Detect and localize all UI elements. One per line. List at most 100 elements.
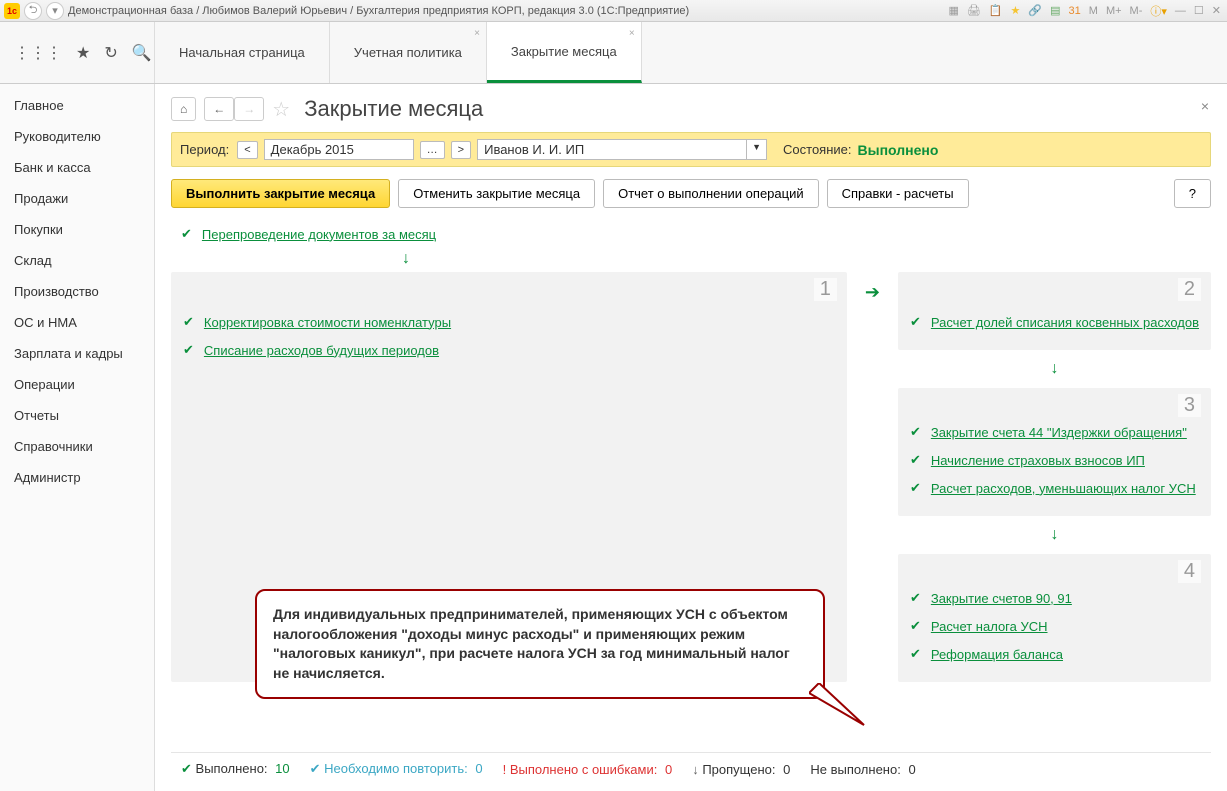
tab-accounting-policy[interactable]: Учетная политика× bbox=[330, 22, 487, 83]
home-button[interactable]: ⌂ bbox=[171, 97, 196, 121]
action-buttons-row: Выполнить закрытие месяца Отменить закры… bbox=[171, 179, 1211, 208]
callout-text: Для индивидуальных предпринимателей, при… bbox=[273, 606, 790, 681]
sidebar-item-bank[interactable]: Банк и касса bbox=[0, 152, 154, 183]
operation-link[interactable]: Расчет долей списания косвенных расходов bbox=[931, 315, 1199, 330]
execute-button[interactable]: Выполнить закрытие месяца bbox=[171, 179, 390, 208]
operation-link[interactable]: Закрытие счетов 90, 91 bbox=[931, 591, 1072, 606]
operation-link[interactable]: Реформация баланса bbox=[931, 647, 1063, 662]
block-number: 3 bbox=[1178, 394, 1201, 417]
error-icon: ! bbox=[503, 762, 507, 777]
status-repeat-label: Необходимо повторить: bbox=[324, 761, 468, 776]
sidebar-item-main[interactable]: Главное bbox=[0, 90, 154, 121]
favorite-icon[interactable]: ★ bbox=[76, 43, 90, 63]
info-icon[interactable]: ⓘ▾ bbox=[1148, 3, 1169, 19]
operation-reprovision-link[interactable]: Перепроведение документов за месяц bbox=[202, 227, 436, 242]
period-label: Период: bbox=[180, 142, 229, 157]
status-error-label: Выполнено с ошибками: bbox=[510, 762, 658, 777]
tool-icon[interactable]: ▦ bbox=[946, 4, 960, 17]
sidebar-item-salary[interactable]: Зарплата и кадры bbox=[0, 338, 154, 369]
check-icon: ✔ bbox=[183, 314, 194, 330]
calc-tool-icon[interactable]: ▤ bbox=[1048, 4, 1062, 17]
period-next-button[interactable]: > bbox=[451, 141, 471, 159]
organization-input[interactable]: Иванов И. И. ИП bbox=[477, 139, 747, 160]
operations-block-3: 3 ✔ Закрытие счета 44 "Издержки обращения… bbox=[898, 388, 1211, 516]
period-picker-button[interactable]: … bbox=[420, 141, 445, 159]
state-label: Состояние: bbox=[783, 142, 851, 157]
callout-pointer-icon bbox=[809, 683, 879, 733]
sidebar-item-catalogs[interactable]: Справочники bbox=[0, 431, 154, 462]
toolbar-left-icons: ⋮⋮⋮ ★ ↻ 🔍 bbox=[0, 22, 155, 83]
arrow-right-icon: ➔ bbox=[865, 282, 880, 303]
operation-row: ✔ Перепроведение документов за месяц bbox=[171, 222, 1211, 246]
operation-link[interactable]: Списание расходов будущих периодов bbox=[204, 343, 439, 358]
close-icon[interactable]: × bbox=[629, 28, 635, 39]
sidebar-item-admin[interactable]: Администр bbox=[0, 462, 154, 493]
status-done-label: Выполнено: bbox=[196, 761, 268, 776]
status-notdone-count: 0 bbox=[908, 762, 915, 777]
favorite-star-icon[interactable]: ☆ bbox=[272, 97, 290, 122]
mem-m-icon[interactable]: M bbox=[1087, 5, 1100, 17]
operation-link[interactable]: Начисление страховых взносов ИП bbox=[931, 453, 1145, 468]
sidebar-item-warehouse[interactable]: Склад bbox=[0, 245, 154, 276]
status-skip-label: Пропущено: bbox=[702, 762, 775, 777]
tool-icon[interactable]: 📋 bbox=[987, 4, 1005, 17]
arrow-down-icon: ↓ bbox=[171, 246, 641, 272]
minimize-icon[interactable]: — bbox=[1173, 5, 1188, 17]
help-button[interactable]: ? bbox=[1174, 179, 1211, 208]
check-icon: ✔ bbox=[910, 314, 921, 330]
tab-bar: Начальная страница Учетная политика× Зак… bbox=[155, 22, 642, 83]
report-button[interactable]: Отчет о выполнении операций bbox=[603, 179, 819, 208]
status-done-count: 10 bbox=[275, 761, 289, 776]
check-icon: ✔ bbox=[910, 452, 921, 468]
operation-tax-usn-link[interactable]: Расчет налога УСН bbox=[931, 619, 1048, 634]
block-number: 1 bbox=[814, 278, 837, 301]
check-icon: ✔ bbox=[183, 342, 194, 358]
sidebar-item-assets[interactable]: ОС и НМА bbox=[0, 307, 154, 338]
close-window-icon[interactable]: ✕ bbox=[1210, 4, 1223, 17]
sidebar-item-operations[interactable]: Операции bbox=[0, 369, 154, 400]
forward-button[interactable]: → bbox=[234, 97, 264, 121]
link-tool-icon[interactable]: 🔗 bbox=[1026, 4, 1044, 17]
calendar-tool-icon[interactable]: 31 bbox=[1067, 5, 1083, 17]
refs-button[interactable]: Справки - расчеты bbox=[827, 179, 969, 208]
sidebar-item-purchases[interactable]: Покупки bbox=[0, 214, 154, 245]
back-button[interactable]: ← bbox=[204, 97, 234, 121]
operation-link[interactable]: Закрытие счета 44 "Издержки обращения" bbox=[931, 425, 1187, 440]
skip-icon: ↓ bbox=[692, 762, 699, 777]
arrow-down-icon: ↓ bbox=[898, 356, 1211, 382]
check-icon: ✔ bbox=[181, 226, 192, 242]
check-icon: ✔ bbox=[910, 480, 921, 496]
sidebar-item-production[interactable]: Производство bbox=[0, 276, 154, 307]
period-input[interactable]: Декабрь 2015 bbox=[264, 139, 414, 160]
nav-back-icon[interactable]: ⮌ bbox=[24, 2, 42, 20]
close-icon[interactable]: × bbox=[474, 28, 480, 39]
nav-dropdown-icon[interactable]: ▾ bbox=[46, 2, 64, 20]
operation-link[interactable]: Корректировка стоимости номенклатуры bbox=[204, 315, 451, 330]
history-icon[interactable]: ↻ bbox=[104, 43, 117, 63]
search-icon[interactable]: 🔍 bbox=[132, 43, 152, 63]
operations-block-2: 2 ✔Расчет долей списания косвенных расхо… bbox=[898, 272, 1211, 350]
period-prev-button[interactable]: < bbox=[237, 141, 257, 159]
operation-link[interactable]: Расчет расходов, уменьшающих налог УСН bbox=[931, 481, 1196, 496]
org-dropdown-icon[interactable]: ▼ bbox=[747, 139, 767, 160]
cancel-button[interactable]: Отменить закрытие месяца bbox=[398, 179, 595, 208]
check-icon: ✔ bbox=[910, 646, 921, 662]
sidebar-item-manager[interactable]: Руководителю bbox=[0, 121, 154, 152]
star-tool-icon[interactable]: ★ bbox=[1009, 4, 1023, 17]
close-page-icon[interactable]: × bbox=[1201, 98, 1209, 114]
page-header: ⌂ ←→ ☆ Закрытие месяца bbox=[171, 96, 1211, 122]
repeat-icon: ✔ bbox=[310, 761, 321, 776]
arrow-down-icon: ↓ bbox=[898, 522, 1211, 548]
tab-start[interactable]: Начальная страница bbox=[155, 22, 330, 83]
page-content: × ⌂ ←→ ☆ Закрытие месяца Период: < Декаб… bbox=[155, 84, 1227, 791]
mem-mminus-icon[interactable]: M- bbox=[1128, 5, 1145, 17]
tab-month-closing[interactable]: Закрытие месяца× bbox=[487, 22, 642, 83]
apps-icon[interactable]: ⋮⋮⋮ bbox=[14, 43, 62, 63]
sidebar-item-sales[interactable]: Продажи bbox=[0, 183, 154, 214]
maximize-icon[interactable]: ☐ bbox=[1192, 4, 1206, 17]
status-notdone-label: Не выполнено: bbox=[810, 762, 900, 777]
check-icon: ✔ bbox=[910, 618, 921, 634]
sidebar-item-reports[interactable]: Отчеты bbox=[0, 400, 154, 431]
mem-mplus-icon[interactable]: M+ bbox=[1104, 5, 1124, 17]
tool-icon[interactable]: 🖨 bbox=[965, 4, 983, 17]
